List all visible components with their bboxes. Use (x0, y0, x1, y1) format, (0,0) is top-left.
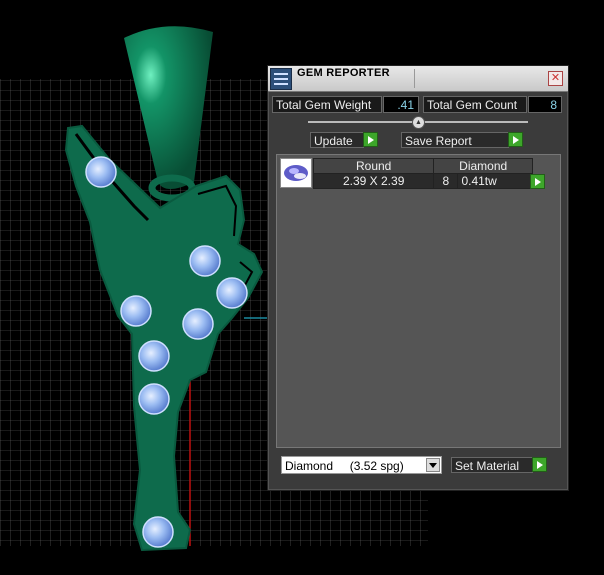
table-header-row: Round Diamond (312, 158, 533, 174)
save-report-arrow-icon[interactable] (508, 132, 523, 147)
gem-reporter-panel: GEM REPORTER ✕ Total Gem Weight .41 Tota… (267, 65, 569, 491)
chevron-down-icon[interactable] (426, 458, 440, 472)
gem-table: Round Diamond 2.39 X 2.39 8 0.41tw (312, 158, 533, 189)
material-header: Diamond (433, 158, 533, 174)
close-icon[interactable]: ✕ (548, 71, 563, 86)
material-selected-value: Diamond (3.52 spg) (285, 459, 404, 473)
gem-5[interactable] (182, 308, 214, 340)
gem-3[interactable] (216, 277, 248, 309)
round-gem-thumbnail-icon[interactable] (280, 158, 312, 188)
gem-count-cell: 8 (433, 173, 459, 189)
material-dropdown[interactable]: Diamond (3.52 spg) (281, 456, 442, 474)
set-material-button[interactable]: Set Material (451, 457, 533, 473)
gem-list[interactable]: Round Diamond 2.39 X 2.39 8 0.41tw (276, 154, 561, 448)
window-title: GEM REPORTER (297, 67, 390, 79)
collapse-chevron-icon[interactable]: ▲ (412, 116, 425, 129)
gem-7[interactable] (138, 383, 170, 415)
total-gem-weight-value: .41 (383, 96, 419, 113)
title-separator (414, 69, 415, 88)
set-material-arrow-icon[interactable] (532, 457, 547, 472)
row-select-arrow-icon[interactable] (530, 174, 545, 189)
gem-8[interactable] (142, 516, 174, 548)
table-row[interactable]: 2.39 X 2.39 8 0.41tw (312, 173, 533, 189)
gem-weight-cell: 0.41tw (457, 173, 533, 189)
gem-reporter-icon (270, 68, 292, 90)
gem-1[interactable] (85, 156, 117, 188)
total-gem-weight-label: Total Gem Weight (272, 96, 382, 113)
gem-2[interactable] (189, 245, 221, 277)
gem-size-cell: 2.39 X 2.39 (312, 173, 435, 189)
update-button[interactable]: Update (310, 132, 364, 148)
save-report-button[interactable]: Save Report (401, 132, 509, 148)
gem-6[interactable] (138, 340, 170, 372)
total-gem-count-label: Total Gem Count (423, 96, 527, 113)
total-gem-count-value: 8 (528, 96, 562, 113)
shape-header: Round (312, 158, 435, 174)
update-arrow-icon[interactable] (363, 132, 378, 147)
title-bar[interactable]: GEM REPORTER ✕ (268, 66, 568, 92)
gem-4[interactable] (120, 295, 152, 327)
